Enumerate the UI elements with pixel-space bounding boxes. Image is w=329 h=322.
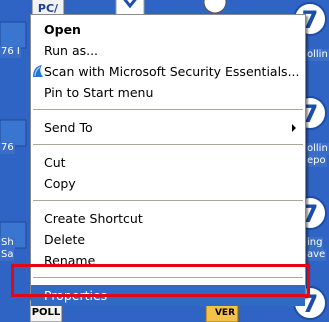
desktop-label-right-2: ollin bbox=[306, 143, 329, 155]
security-essentials-icon bbox=[33, 65, 43, 77]
menu-item-label: Pin to Start menu bbox=[44, 85, 154, 100]
context-menu: Open Run as... Scan with Microsoft Secur… bbox=[30, 14, 306, 306]
menu-item-copy[interactable]: Copy bbox=[31, 173, 305, 194]
desktop-label-left-3: Sh bbox=[0, 237, 15, 249]
menu-item-create-shortcut[interactable]: Create Shortcut bbox=[31, 208, 305, 229]
desktop-label-right-5: ave bbox=[306, 249, 327, 261]
menu-separator bbox=[33, 200, 303, 201]
menu-item-label: Delete bbox=[44, 232, 86, 247]
menu-item-label: Properties bbox=[44, 288, 108, 303]
menu-item-pin-to-start[interactable]: Pin to Start menu bbox=[31, 82, 305, 103]
menu-item-label: Create Shortcut bbox=[44, 211, 143, 226]
poll-icon-text: POLL bbox=[32, 307, 61, 318]
menu-item-run-as[interactable]: Run as... bbox=[31, 40, 305, 61]
menu-item-scan-security-essentials[interactable]: Scan with Microsoft Security Essentials.… bbox=[31, 61, 305, 82]
desktop-label-left-4: Sa bbox=[0, 249, 15, 261]
menu-item-send-to[interactable]: Send To bbox=[31, 117, 305, 138]
menu-item-open[interactable]: Open bbox=[31, 19, 305, 40]
menu-item-rename[interactable]: Rename bbox=[31, 250, 305, 271]
menu-item-properties[interactable]: Properties bbox=[31, 285, 305, 306]
menu-item-label: Open bbox=[44, 22, 81, 37]
menu-separator bbox=[33, 277, 303, 278]
menu-separator bbox=[33, 144, 303, 145]
submenu-arrow-icon bbox=[292, 124, 296, 132]
ver-icon-text: VER bbox=[215, 308, 235, 318]
menu-item-cut[interactable]: Cut bbox=[31, 152, 305, 173]
menu-item-delete[interactable]: Delete bbox=[31, 229, 305, 250]
menu-item-label: Scan with Microsoft Security Essentials.… bbox=[44, 64, 300, 79]
menu-item-label: Run as... bbox=[44, 43, 99, 58]
desktop-label-right-4: ing bbox=[306, 237, 324, 249]
desktop-label-right-3: epo bbox=[306, 155, 327, 167]
menu-item-label: Rename bbox=[44, 253, 96, 268]
menu-item-label: Send To bbox=[44, 120, 93, 135]
menu-separator bbox=[33, 109, 303, 110]
menu-item-label: Copy bbox=[44, 176, 76, 191]
desktop-label-left-1: 76 I bbox=[0, 46, 21, 58]
desktop-label-left-2: 76 bbox=[0, 142, 15, 154]
desktop-label-right-1: ollin bbox=[306, 49, 329, 61]
menu-item-label: Cut bbox=[44, 155, 66, 170]
